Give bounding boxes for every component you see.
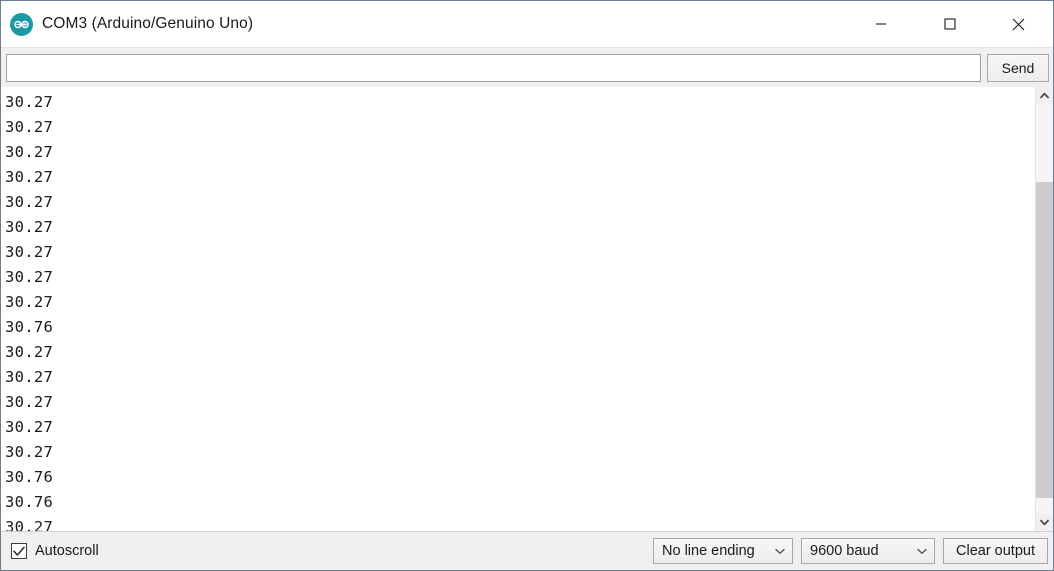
scrollbar-track[interactable] <box>1036 104 1053 514</box>
clear-output-button[interactable]: Clear output <box>943 538 1048 564</box>
serial-monitor-window: COM3 (Arduino/Genuino Uno) Send 30.27 30… <box>0 0 1054 571</box>
serial-output-line: 30.27 <box>5 343 54 361</box>
scroll-down-button[interactable] <box>1036 514 1053 531</box>
baud-rate-dropdown[interactable]: 9600 baud <box>801 538 935 564</box>
serial-output-line: 30.27 <box>5 293 54 311</box>
chevron-down-icon <box>775 539 785 563</box>
autoscroll-label: Autoscroll <box>35 543 99 559</box>
chevron-down-icon <box>1040 519 1049 526</box>
output-scrollbar[interactable] <box>1035 87 1053 531</box>
serial-output-line: 30.27 <box>5 118 54 136</box>
serial-output-line: 30.76 <box>5 468 54 486</box>
baud-rate-value: 9600 baud <box>810 543 879 559</box>
serial-output-line: 30.27 <box>5 418 54 436</box>
serial-output-line: 30.76 <box>5 318 54 336</box>
autoscroll-toggle[interactable]: Autoscroll <box>11 543 99 559</box>
scroll-up-button[interactable] <box>1036 87 1053 104</box>
send-input[interactable] <box>6 53 981 82</box>
autoscroll-checkbox[interactable] <box>11 543 27 559</box>
maximize-button[interactable] <box>915 1 984 47</box>
serial-output-line: 30.27 <box>5 193 54 211</box>
status-bar: Autoscroll No line ending 9600 baud Clea… <box>1 532 1053 570</box>
close-button[interactable] <box>984 1 1053 47</box>
close-icon <box>1012 18 1025 30</box>
serial-output-line: 30.76 <box>5 493 54 511</box>
serial-output-line: 30.27 <box>5 368 54 386</box>
window-title: COM3 (Arduino/Genuino Uno) <box>42 15 254 32</box>
serial-output-line: 30.27 <box>5 443 54 461</box>
checkmark-icon <box>13 546 25 556</box>
serial-output-line: 30.27 <box>5 393 54 411</box>
serial-output-line: 30.27 <box>5 168 54 186</box>
scrollbar-thumb[interactable] <box>1036 181 1053 498</box>
chevron-up-icon <box>1040 92 1049 99</box>
chevron-down-icon <box>917 539 927 563</box>
serial-output-line: 30.27 <box>5 143 54 161</box>
serial-output-line: 30.27 <box>5 268 54 286</box>
send-toolbar: Send <box>1 47 1053 87</box>
line-ending-value: No line ending <box>662 543 755 559</box>
serial-output-line: 30.27 <box>5 93 54 111</box>
line-ending-dropdown[interactable]: No line ending <box>653 538 793 564</box>
serial-output-text[interactable]: 30.27 30.27 30.27 30.27 30.27 30.27 30.27 30.27… <box>1 87 1035 531</box>
title-bar: COM3 (Arduino/Genuino Uno) <box>1 1 1053 47</box>
serial-output-line: 30.27 <box>5 518 54 531</box>
minimize-icon <box>875 23 886 25</box>
minimize-button[interactable] <box>846 1 915 47</box>
title-bar-left: COM3 (Arduino/Genuino Uno) <box>1 12 254 36</box>
send-button[interactable]: Send <box>987 53 1049 82</box>
arduino-infinity-icon <box>10 12 33 36</box>
serial-output-area: 30.27 30.27 30.27 30.27 30.27 30.27 30.27 30.27… <box>1 87 1053 532</box>
maximize-icon <box>943 18 956 30</box>
window-controls <box>846 1 1053 47</box>
serial-output-line: 30.27 <box>5 243 54 261</box>
serial-output-line: 30.27 <box>5 218 54 236</box>
